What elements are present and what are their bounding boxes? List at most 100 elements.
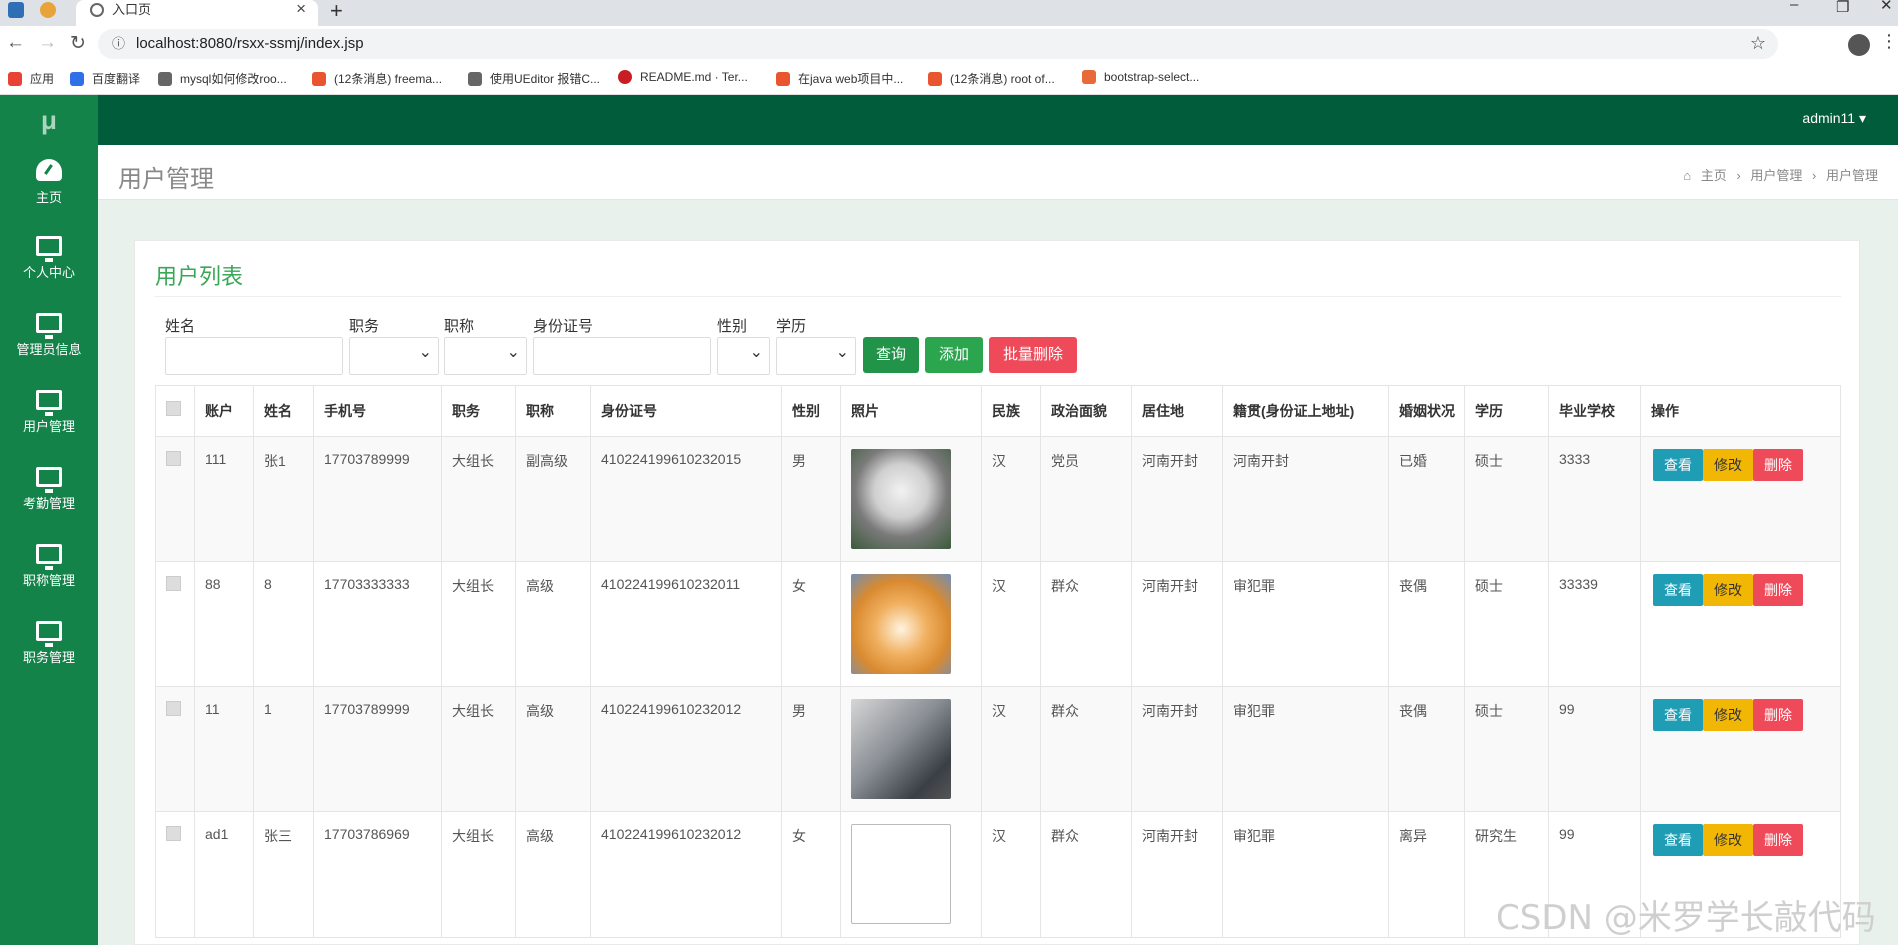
view-button[interactable]: 查看 — [1653, 449, 1703, 481]
delete-button[interactable]: 删除 — [1753, 699, 1803, 731]
sidebar-item-position[interactable]: 职务管理 — [0, 609, 98, 685]
batch-delete-button[interactable]: 批量删除 — [989, 337, 1077, 373]
table-cell: 硕士 — [1464, 437, 1548, 562]
table-cell: 8 — [253, 562, 313, 687]
gender-select[interactable] — [717, 337, 770, 375]
back-icon[interactable]: ← — [6, 32, 25, 54]
breadcrumb-home[interactable]: 主页 — [1701, 168, 1727, 183]
view-button[interactable]: 查看 — [1653, 574, 1703, 606]
breadcrumb-item[interactable]: 用户管理 — [1750, 168, 1802, 183]
sidebar-item-users[interactable]: 用户管理 — [0, 378, 98, 454]
row-checkbox[interactable] — [156, 687, 194, 812]
bookmark-item[interactable]: bootstrap-select... — [1082, 70, 1199, 84]
bookmark-item[interactable]: README.md · Ter... — [618, 70, 748, 84]
id-number-input[interactable] — [533, 337, 711, 375]
reload-icon[interactable]: ↻ — [70, 32, 86, 55]
row-checkbox[interactable] — [156, 812, 194, 937]
logo: μ — [41, 105, 57, 135]
home-icon: ⌂ — [1683, 168, 1692, 183]
bookmarks-bar: 应用 百度翻译 mysql如何修改roo... (12条消息) freema..… — [0, 62, 1898, 95]
table-row: 88 8 17703333333 大组长 高级 410224199610232011 女汉群… — [156, 561, 1840, 687]
view-button[interactable]: 查看 — [1653, 699, 1703, 731]
close-icon[interactable]: × — [296, 0, 306, 19]
bookmark-item[interactable]: mysql如何修改roo... — [158, 70, 287, 87]
table-cell: 17703789999 — [313, 687, 441, 812]
monitor-icon — [36, 390, 62, 416]
delete-button[interactable]: 删除 — [1753, 574, 1803, 606]
column-header: 手机号 — [313, 386, 441, 436]
table-cell: 男 — [781, 437, 840, 562]
column-header: 操作 — [1640, 386, 1840, 436]
bookmark-apps[interactable]: 应用 — [8, 70, 54, 87]
query-button[interactable]: 查询 — [863, 337, 919, 373]
column-header: 性别 — [781, 386, 840, 436]
globe-icon — [90, 3, 104, 17]
table-cell: 高级 — [515, 562, 590, 687]
table-cell: 张三 — [253, 812, 313, 937]
minimize-icon[interactable]: – — [1790, 0, 1798, 13]
education-select[interactable] — [776, 337, 856, 375]
user-menu[interactable]: admin11 ▾ — [1802, 110, 1866, 127]
restore-icon[interactable]: ❐ — [1836, 0, 1849, 16]
forward-icon[interactable]: → — [38, 32, 57, 54]
user-list-panel: 用户列表 姓名 职务 职称 身份证号 性别 学历 查询 添加 批量删除 账户姓名… — [134, 240, 1860, 945]
mail-icon[interactable] — [8, 2, 24, 18]
window-close-icon[interactable]: ✕ — [1880, 0, 1893, 14]
position-select[interactable] — [349, 337, 439, 375]
table-cell: 大组长 — [441, 687, 515, 812]
photo-cell — [840, 437, 981, 562]
breadcrumb-separator: › — [1736, 168, 1741, 183]
new-tab-icon[interactable]: + — [330, 0, 343, 24]
table-cell: 群众 — [1040, 812, 1131, 937]
browser-tab[interactable]: 入口页 × — [76, 0, 318, 26]
table-cell: 硕士 — [1464, 562, 1548, 687]
sidebar-item-attendance[interactable]: 考勤管理 — [0, 455, 98, 531]
bookmark-item[interactable]: (12条消息) root of... — [928, 70, 1055, 87]
column-header: 照片 — [840, 386, 981, 436]
bookmark-item[interactable]: (12条消息) freema... — [312, 70, 442, 87]
menu-icon[interactable]: ⋮ — [1880, 31, 1898, 52]
sidebar-item-home[interactable]: 主页 — [0, 147, 98, 223]
delete-button[interactable]: 删除 — [1753, 824, 1803, 856]
edit-button[interactable]: 修改 — [1703, 699, 1753, 731]
url-field[interactable]: ⓘ localhost:8080/rsxx-ssmj/index.jsp ☆ — [98, 29, 1778, 59]
name-input[interactable] — [165, 337, 343, 375]
husky-photo — [851, 699, 951, 799]
sidebar-item-title[interactable]: 职称管理 — [0, 532, 98, 608]
delete-button[interactable]: 删除 — [1753, 449, 1803, 481]
chrome-icon[interactable] — [40, 2, 56, 18]
star-icon[interactable]: ☆ — [1750, 28, 1766, 58]
table-cell: 汉 — [981, 437, 1040, 562]
bookmark-item[interactable]: 在java web项目中... — [776, 70, 903, 87]
csdn-icon — [312, 72, 326, 86]
sidebar-item-admin-info[interactable]: 管理员信息 — [0, 301, 98, 377]
bookmark-item[interactable]: 使用UEditor 报错C... — [468, 70, 600, 87]
edit-button[interactable]: 修改 — [1703, 449, 1753, 481]
select-all-checkbox[interactable] — [156, 386, 194, 436]
column-header: 政治面貌 — [1040, 386, 1131, 436]
table-cell: 群众 — [1040, 562, 1131, 687]
edit-button[interactable]: 修改 — [1703, 574, 1753, 606]
page-icon — [158, 72, 172, 86]
table-cell: 张1 — [253, 437, 313, 562]
column-header: 职务 — [441, 386, 515, 436]
edit-button[interactable]: 修改 — [1703, 824, 1753, 856]
column-header: 身份证号 — [590, 386, 781, 436]
table-cell: 汉 — [981, 812, 1040, 937]
table-cell: 丧偶 — [1388, 562, 1464, 687]
row-checkbox[interactable] — [156, 437, 194, 562]
info-icon[interactable]: ⓘ — [112, 29, 125, 59]
add-button[interactable]: 添加 — [925, 337, 983, 373]
sidebar-item-profile[interactable]: 个人中心 — [0, 224, 98, 300]
view-button[interactable]: 查看 — [1653, 824, 1703, 856]
photo-cell — [840, 562, 981, 687]
table-cell: 17703333333 — [313, 562, 441, 687]
table-cell: 410224199610232012 — [590, 812, 781, 937]
divider — [155, 296, 1841, 297]
monitor-icon — [36, 236, 62, 262]
title-select[interactable] — [444, 337, 527, 375]
account-icon[interactable] — [1848, 34, 1870, 56]
column-header: 民族 — [981, 386, 1040, 436]
bookmark-item[interactable]: 百度翻译 — [70, 70, 140, 87]
row-checkbox[interactable] — [156, 562, 194, 687]
